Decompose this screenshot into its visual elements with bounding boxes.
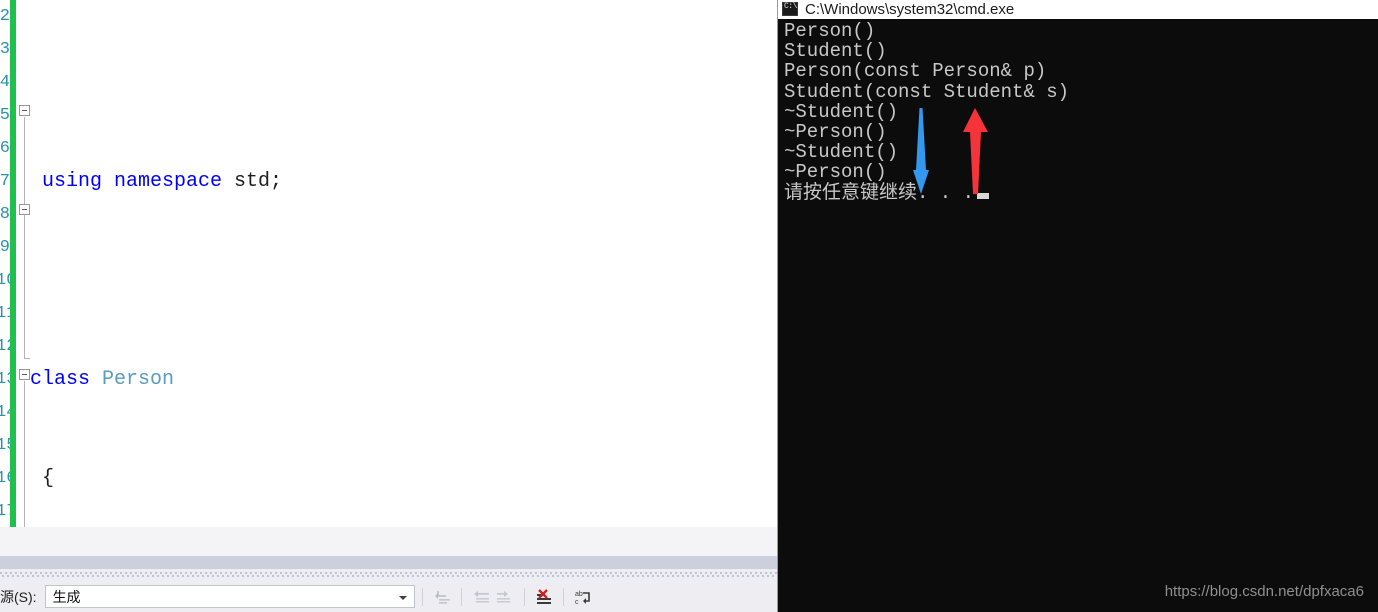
console-line: ~Person() [784,161,887,184]
panel-splitter-band[interactable] [0,556,777,569]
console-line: Student(const Student& s) [784,80,1070,103]
line-number: 13 [0,370,16,389]
line-number: 5 [0,106,10,125]
svg-text:c: c [575,599,579,606]
cmd-icon [782,2,798,16]
fold-guideline [24,117,25,358]
source-dropdown[interactable]: 生成 [44,585,415,608]
output-window-toolbar: 源(S): 生成 ab c [0,581,777,612]
collapse-toggle-icon[interactable] [19,204,30,215]
source-dropdown-value: 生成 [52,588,81,605]
console-line: ~Student() [784,141,899,164]
line-number: 4 [0,73,10,92]
go-to-message-button[interactable] [430,585,454,609]
source-label: 源(S): [0,588,37,605]
console-output: Person() Student() Person(const Person& … [778,20,1378,612]
blue-down-arrow [906,108,936,201]
editor-bottom-band [0,527,777,556]
line-number: 2 [0,7,10,26]
console-line: Person() [784,20,876,42]
toolbar-divider [523,587,525,606]
toolbar-divider [421,587,423,606]
line-number: 10 [0,271,16,290]
cmd-console-window[interactable]: C:\Windows\system32\cmd.exe Person() Stu… [777,0,1378,612]
token-keyword: using namespace [42,170,223,193]
previous-message-button[interactable] [469,585,493,609]
change-indicator-bar [10,0,16,527]
code-line: { [30,462,777,495]
fold-guideline [24,381,25,527]
visual-studio-pane: 2 3 4 5 6 7 8 9 10 11 12 13 14 15 16 17 [0,0,777,612]
line-number: 7 [0,172,10,191]
console-line: Student() [784,40,887,63]
toolbar-divider [460,587,462,606]
token-user-type: Person [90,368,175,391]
code-editor[interactable]: 2 3 4 5 6 7 8 9 10 11 12 13 14 15 16 17 [0,0,777,527]
token-plain: std; [222,170,283,193]
line-number: 6 [0,139,10,158]
clear-all-button[interactable] [532,585,556,609]
line-number: 15 [0,436,16,455]
line-number: 9 [0,238,10,257]
collapse-toggle-icon[interactable] [19,105,30,116]
screenshot-root: 2 3 4 5 6 7 8 9 10 11 12 13 14 15 16 17 [0,0,1378,612]
svg-text:ab: ab [575,591,583,598]
code-text[interactable]: using namespace std; class Person { publ… [30,0,777,527]
console-line: 请按任意键继续. . . [784,181,975,204]
next-message-button[interactable] [493,585,517,609]
line-number: 11 [0,304,16,323]
console-line: ~Person() [784,121,887,144]
token-plain: { [30,467,55,490]
red-up-arrow [956,106,996,201]
line-number: 17 [0,502,16,521]
code-line: using namespace std; [30,165,777,198]
line-number-gutter: 2 3 4 5 6 7 8 9 10 11 12 13 14 15 16 17 [0,0,16,527]
toggle-word-wrap-button[interactable]: ab c [571,585,595,609]
console-title-text: C:\Windows\system32\cmd.exe [805,0,1015,18]
collapse-toggle-icon[interactable] [19,369,30,380]
watermark: https://blog.csdn.net/dpfxaca6 [1164,583,1364,600]
line-number: 12 [0,337,16,356]
toolbar-divider [562,587,564,606]
chevron-down-icon[interactable] [398,596,407,600]
console-line: Person(const Person& p) [784,60,1047,83]
console-line: ~Student() [784,100,899,123]
line-number: 3 [0,40,10,59]
code-line: class Person [30,363,777,396]
line-number: 16 [0,469,16,488]
console-title-bar[interactable]: C:\Windows\system32\cmd.exe [778,0,1378,19]
token-keyword: class [30,368,91,391]
line-number: 8 [0,205,10,224]
line-number: 14 [0,403,16,422]
output-panel-divider [0,572,777,577]
